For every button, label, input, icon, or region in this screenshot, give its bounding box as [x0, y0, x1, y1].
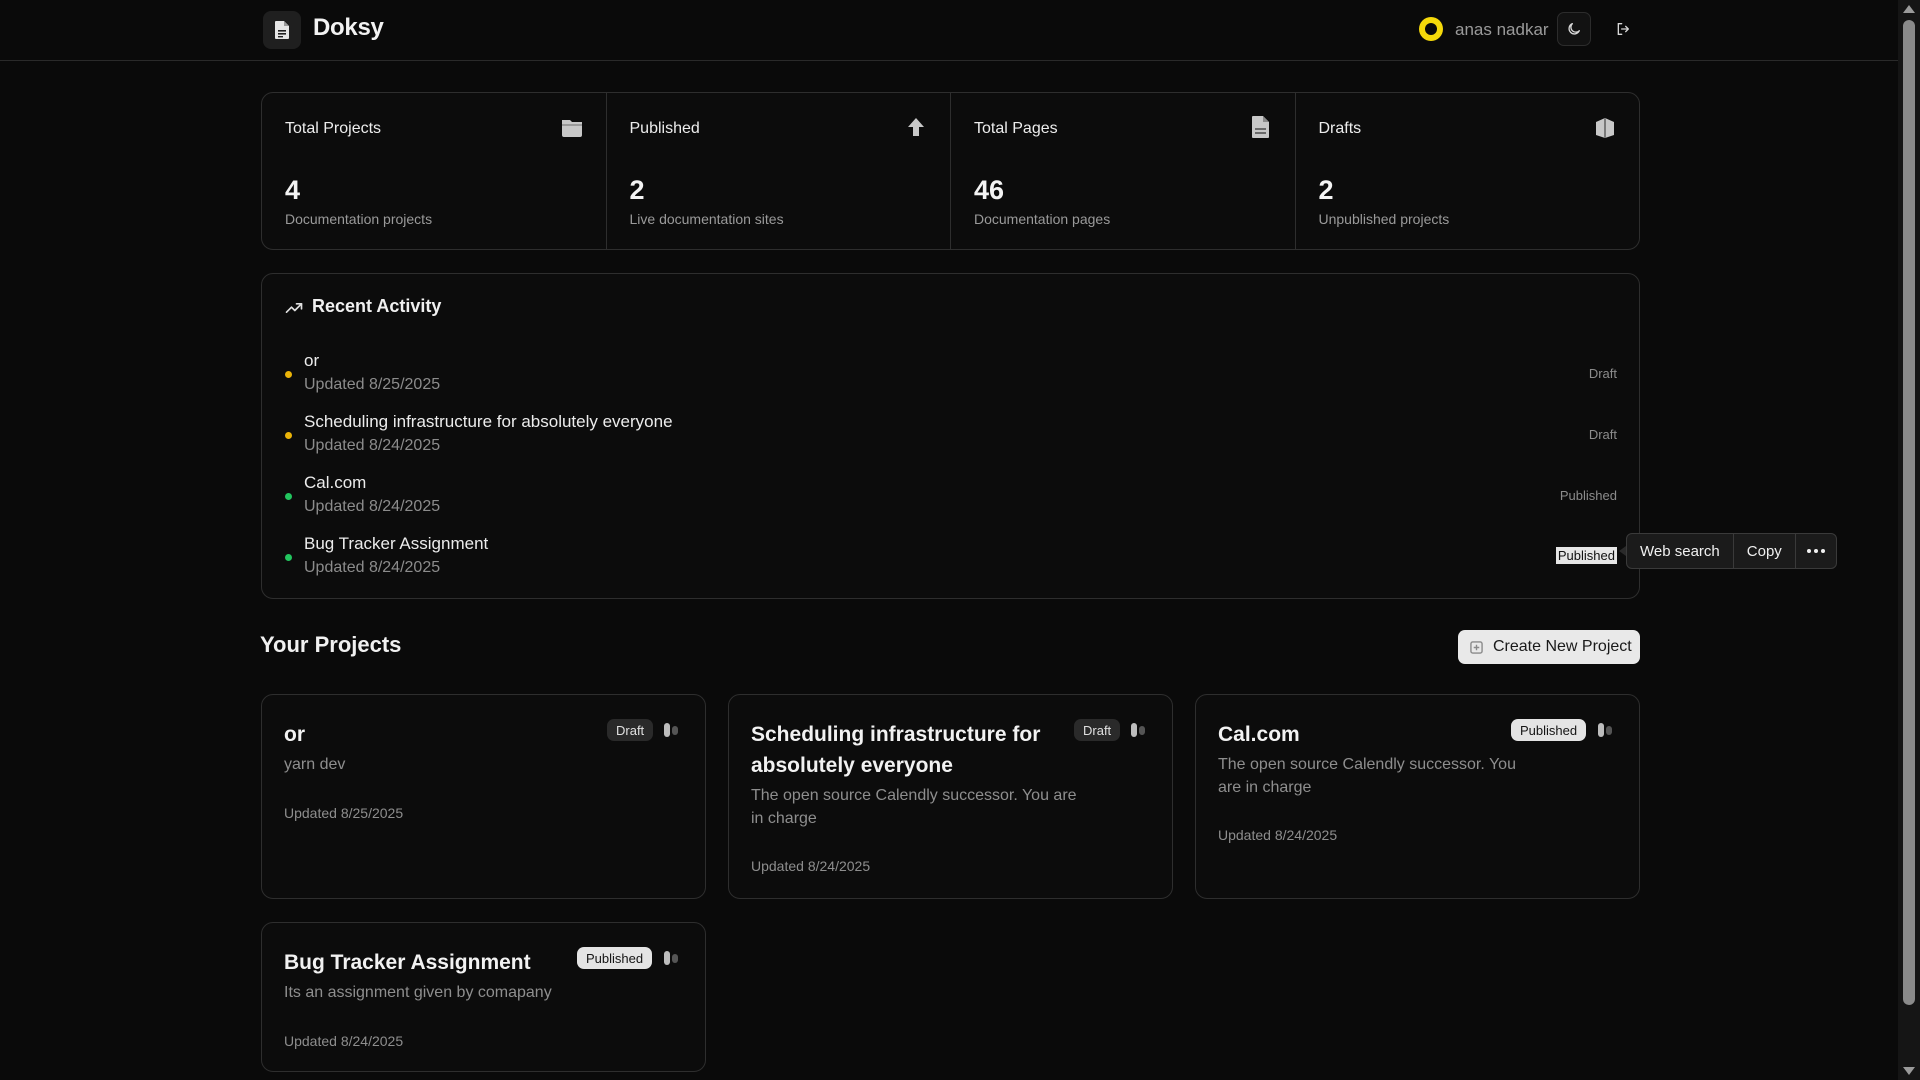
activity-name: Cal.com: [304, 473, 367, 492]
project-description: The open source Calendly successor. You …: [751, 787, 1077, 827]
recent-activity-panel: Recent Activity or Updated 8/25/2025 Dra…: [261, 273, 1640, 599]
activity-date: Updated 8/24/2025: [304, 437, 441, 454]
your-projects-title: Your Projects: [260, 632, 402, 657]
activity-status: Draft: [1588, 427, 1617, 442]
stats-panel: Total Projects 4 Documentation projects …: [261, 92, 1640, 250]
project-toggle[interactable]: [1131, 722, 1147, 738]
trending-up-icon: [285, 303, 303, 313]
stat-label: Published: [629, 120, 700, 137]
project-title[interactable]: or: [284, 719, 604, 750]
activity-name: or: [304, 351, 320, 370]
stat-value: 46: [974, 175, 1005, 205]
project-description: Its an assignment given by comapany: [284, 984, 552, 1001]
stat-total-projects: Total Projects 4 Documentation projects: [262, 93, 607, 249]
project-updated-date: Updated 8/24/2025: [1218, 827, 1338, 843]
status-badge: Published: [1511, 719, 1587, 741]
activity-status-selected: Published: [1555, 547, 1617, 564]
more-horizontal-icon: [1806, 549, 1825, 553]
stat-value: 4: [285, 175, 301, 205]
file-icon: [1249, 115, 1273, 139]
stat-total-pages: Total Pages 46 Documentation pages: [951, 93, 1296, 249]
stat-label: Drafts: [1318, 120, 1362, 137]
stat-drafts: Drafts 2 Unpublished projects: [1296, 93, 1640, 249]
recent-activity-title: Recent Activity: [312, 296, 442, 316]
app-title[interactable]: Doksy: [313, 14, 384, 42]
top-header: Doksy anas nadkar: [0, 0, 1898, 61]
context-toolbar-arrow: [1619, 546, 1626, 556]
stat-value: 2: [629, 175, 645, 205]
activity-item[interactable]: Cal.com Updated 8/24/2025 Published: [262, 471, 1639, 527]
stat-subtitle: Unpublished projects: [1318, 211, 1450, 227]
folder-icon: [560, 115, 584, 139]
stat-value: 2: [1318, 175, 1334, 205]
activity-item[interactable]: Bug Tracker Assignment Updated 8/24/2025…: [262, 532, 1639, 588]
stat-subtitle: Live documentation sites: [629, 211, 784, 227]
activity-date: Updated 8/24/2025: [304, 559, 441, 576]
project-card[interactable]: Bug Tracker Assignment Its an assignment…: [261, 922, 706, 1072]
project-card[interactable]: Cal.com The open source Calendly success…: [1195, 694, 1640, 899]
moon-icon: [1568, 23, 1580, 35]
project-toggle[interactable]: [664, 722, 680, 738]
user-avatar[interactable]: [1419, 17, 1443, 41]
selection-context-toolbar: Web search Copy: [1626, 533, 1837, 569]
activity-date: Updated 8/25/2025: [304, 376, 441, 393]
activity-status: Draft: [1588, 366, 1617, 381]
project-card[interactable]: Scheduling infrastructure for absolutely…: [728, 694, 1173, 899]
stat-label: Total Pages: [974, 120, 1058, 137]
status-dot: [285, 432, 292, 439]
project-updated-date: Updated 8/24/2025: [284, 1033, 404, 1049]
stat-label: Total Projects: [285, 120, 382, 137]
logout-icon: [1617, 23, 1629, 35]
activity-item[interactable]: Scheduling infrastructure for absolutely…: [262, 410, 1639, 466]
activity-item[interactable]: or Updated 8/25/2025 Draft: [262, 349, 1639, 405]
create-new-project-button[interactable]: Create New Project: [1458, 630, 1640, 664]
project-description: The open source Calendly successor. You …: [1218, 756, 1516, 796]
status-dot: [285, 554, 292, 561]
project-title[interactable]: Cal.com: [1218, 719, 1538, 750]
project-title[interactable]: Scheduling infrastructure for absolutely…: [751, 719, 1071, 781]
status-badge: Published: [577, 947, 653, 969]
project-title[interactable]: Bug Tracker Assignment: [284, 947, 604, 978]
create-new-project-label: Create New Project: [1493, 638, 1632, 655]
project-updated-date: Updated 8/25/2025: [284, 805, 404, 821]
scroll-up-arrow-icon[interactable]: [1903, 5, 1915, 13]
project-updated-date: Updated 8/24/2025: [751, 858, 871, 874]
status-dot: [285, 493, 292, 500]
doksy-logo-icon[interactable]: [263, 11, 301, 49]
web-search-button[interactable]: Web search: [1627, 534, 1734, 568]
page-scrollbar[interactable]: [1898, 0, 1920, 1080]
activity-status: Published: [1559, 488, 1617, 503]
stat-subtitle: Documentation pages: [974, 211, 1111, 227]
scroll-down-arrow-icon[interactable]: [1903, 1067, 1915, 1075]
project-description: yarn dev: [284, 756, 346, 773]
user-name[interactable]: anas nadkar: [1455, 20, 1549, 40]
status-dot: [285, 371, 292, 378]
activity-name: Scheduling infrastructure for absolutely…: [304, 412, 673, 431]
more-options-button[interactable]: [1796, 534, 1836, 568]
stat-published: Published 2 Live documentation sites: [607, 93, 951, 249]
logout-button[interactable]: [1606, 12, 1640, 46]
upload-icon: [904, 115, 928, 139]
theme-toggle-button[interactable]: [1557, 12, 1591, 46]
project-toggle[interactable]: [664, 950, 680, 966]
project-card[interactable]: or yarn dev Updated 8/25/2025 Draft: [261, 694, 706, 899]
archive-icon: [1593, 115, 1617, 139]
activity-name: Bug Tracker Assignment: [304, 534, 489, 553]
copy-button[interactable]: Copy: [1734, 534, 1796, 568]
plus-square-icon: [1470, 640, 1483, 654]
status-badge: Draft: [607, 719, 654, 741]
project-toggle[interactable]: [1598, 722, 1614, 738]
activity-date: Updated 8/24/2025: [304, 498, 441, 515]
scrollbar-thumb[interactable]: [1903, 20, 1915, 1005]
stat-subtitle: Documentation projects: [285, 211, 433, 227]
status-badge: Draft: [1074, 719, 1121, 741]
